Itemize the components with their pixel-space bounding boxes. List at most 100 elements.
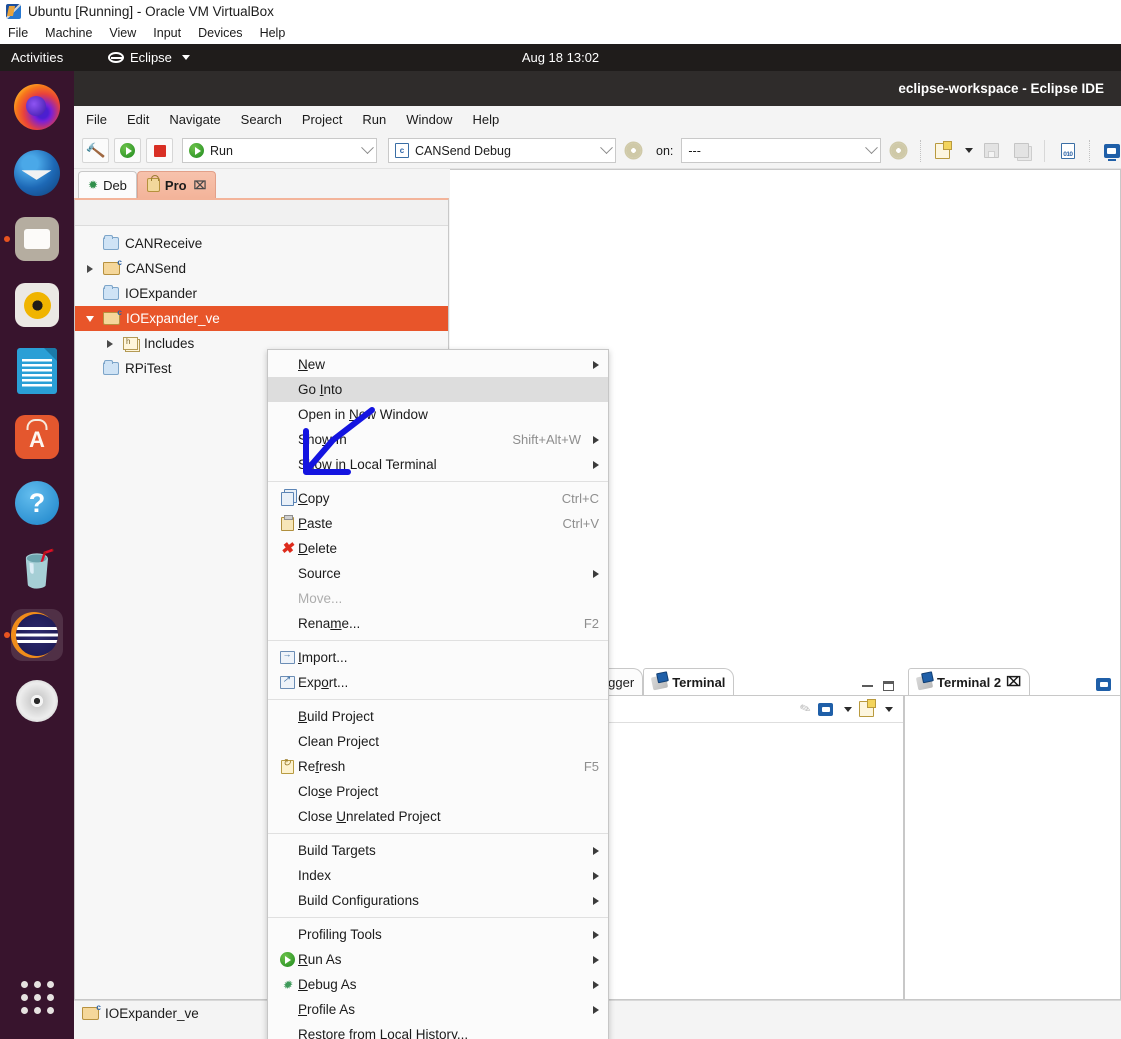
ctx-item-clean-project[interactable]: Clean Project xyxy=(268,729,608,754)
project-context-menu[interactable]: New Go Into Open in New Window Show In S… xyxy=(267,349,609,1039)
ctx-item-close-project[interactable]: Close Project xyxy=(268,779,608,804)
ctx-item-run-as[interactable]: Run As xyxy=(268,947,608,972)
dock-item-amazon[interactable]: 🥤 xyxy=(11,543,63,595)
new-dropdown-button[interactable] xyxy=(960,138,974,163)
vbox-menu-devices[interactable]: Devices xyxy=(198,26,242,40)
terminal-icon[interactable] xyxy=(1096,678,1111,691)
open-terminal-button[interactable] xyxy=(1099,138,1121,163)
close-icon[interactable]: ⌧ xyxy=(194,179,207,192)
project-explorer-filter-bar[interactable] xyxy=(75,200,448,226)
menu-navigate[interactable]: Navigate xyxy=(169,112,220,127)
dock-item-help[interactable] xyxy=(11,477,63,529)
ctx-item-export[interactable]: Export... xyxy=(268,670,608,695)
menu-search[interactable]: Search xyxy=(241,112,282,127)
close-icon[interactable]: ⌧ xyxy=(1006,674,1021,690)
ctx-item-show-in[interactable]: Show In Shift+Alt+W xyxy=(268,427,608,452)
grid-dot-icon xyxy=(46,993,54,1001)
dock-item-rhythmbox[interactable] xyxy=(11,279,63,331)
twisty-collapsed[interactable] xyxy=(103,339,117,348)
ctx-item-close-unrelated-project[interactable]: Close Unrelated Project xyxy=(268,804,608,829)
minimize-button[interactable] xyxy=(862,685,873,687)
launch-config-settings-button[interactable] xyxy=(621,138,646,163)
ctx-label: Export... xyxy=(298,675,349,690)
twisty-collapsed[interactable] xyxy=(83,264,97,273)
activities-button[interactable]: Activities xyxy=(0,50,63,65)
dock-item-ubuntu-software[interactable] xyxy=(11,411,63,463)
dock-item-eclipse[interactable] xyxy=(11,609,63,661)
dock-item-disc[interactable] xyxy=(11,675,63,727)
ctx-item-restore-from-local-history[interactable]: Restore from Local History... xyxy=(268,1022,608,1039)
chevron-down-icon[interactable] xyxy=(885,706,893,712)
vbox-menu-file[interactable]: File xyxy=(8,26,28,40)
app-menu-button[interactable]: Eclipse xyxy=(108,50,190,65)
build-all-button[interactable]: 010 xyxy=(1055,138,1080,163)
ctx-item-build-project[interactable]: Build Project xyxy=(268,704,608,729)
new-terminal-icon[interactable] xyxy=(859,699,876,717)
ctx-item-source-1[interactable]: Source xyxy=(268,561,608,586)
ctx-item-paste[interactable]: Paste Ctrl+V xyxy=(268,511,608,536)
menu-file[interactable]: File xyxy=(86,112,107,127)
dock-item-firefox[interactable] xyxy=(11,81,63,133)
ctx-item-build-targets[interactable]: Build Targets xyxy=(268,838,608,863)
save-button[interactable] xyxy=(979,138,1004,163)
build-button[interactable]: 🔨 xyxy=(82,138,109,163)
ctx-item-show-in-local-terminal[interactable]: Show in Local Terminal xyxy=(268,452,608,477)
bug-icon: ✹ xyxy=(88,178,99,192)
target-combo[interactable]: --- xyxy=(681,138,882,163)
tab-terminal[interactable]: Terminal xyxy=(643,668,735,695)
ctx-item-new[interactable]: New xyxy=(268,352,608,377)
refresh-icon xyxy=(276,758,298,774)
ctx-item-rename[interactable]: Rename... F2 xyxy=(268,611,608,636)
ctx-item-delete[interactable]: ✖ Delete xyxy=(268,536,608,561)
ctx-item-debug-as[interactable]: ✹ Debug As xyxy=(268,972,608,997)
menu-run[interactable]: Run xyxy=(362,112,386,127)
menu-project[interactable]: Project xyxy=(302,112,342,127)
ctx-item-go-into[interactable]: Go Into xyxy=(268,377,608,402)
menu-window[interactable]: Window xyxy=(406,112,452,127)
ctx-item-profile-as[interactable]: Profile As xyxy=(268,997,608,1022)
launch-mode-combo[interactable]: Run xyxy=(182,138,377,163)
launch-config-combo[interactable]: c CANSend Debug xyxy=(388,138,616,163)
twisty-expanded[interactable] xyxy=(83,315,97,322)
dock-item-files[interactable] xyxy=(11,213,63,265)
ctx-item-copy[interactable]: Copy Ctrl+C xyxy=(268,486,608,511)
maximize-button[interactable] xyxy=(883,681,894,691)
vbox-menu-machine[interactable]: Machine xyxy=(45,26,92,40)
copy-icon xyxy=(276,491,298,506)
chevron-down-icon[interactable] xyxy=(844,706,852,712)
target-settings-button[interactable] xyxy=(886,138,911,163)
eclipse-menubar[interactable]: File Edit Navigate Search Project Run Wi… xyxy=(74,106,1121,133)
ctx-item-open-in-new-window[interactable]: Open in New Window xyxy=(268,402,608,427)
tab-debug[interactable]: ✹ Deb xyxy=(78,171,137,198)
vbox-menu-input[interactable]: Input xyxy=(153,26,181,40)
tree-item-ioexpander-ve[interactable]: IOExpander_ve xyxy=(75,306,448,331)
run-button[interactable] xyxy=(114,138,141,163)
ctx-item-profiling-tools[interactable]: Profiling Tools xyxy=(268,922,608,947)
ctx-item-index[interactable]: Index xyxy=(268,863,608,888)
new-button[interactable] xyxy=(930,138,955,163)
tab-project-explorer[interactable]: Pro ⌧ xyxy=(136,171,217,198)
ctx-item-import[interactable]: Import... xyxy=(268,645,608,670)
tree-item-cansend[interactable]: CANSend xyxy=(75,256,448,281)
c-project-icon xyxy=(103,308,122,325)
tree-item-ioexpander[interactable]: IOExpander xyxy=(75,281,448,306)
menu-help[interactable]: Help xyxy=(472,112,499,127)
disconnect-icon[interactable]: ✎ xyxy=(798,700,814,719)
stop-button[interactable] xyxy=(146,138,173,163)
tree-item-canreceive[interactable]: CANReceive xyxy=(75,231,448,256)
vbox-menu-help[interactable]: Help xyxy=(260,26,286,40)
tree-item-label: CANReceive xyxy=(125,236,203,251)
terminal-icon[interactable] xyxy=(818,702,833,716)
dock-item-thunderbird[interactable] xyxy=(11,147,63,199)
ctx-item-refresh[interactable]: Refresh F5 xyxy=(268,754,608,779)
chevron-right-icon xyxy=(107,339,113,348)
show-applications-button[interactable] xyxy=(11,971,63,1023)
ctx-item-build-configurations[interactable]: Build Configurations xyxy=(268,888,608,913)
save-all-button[interactable] xyxy=(1009,138,1034,163)
dock-item-libreoffice-writer[interactable] xyxy=(11,345,63,397)
virtualbox-menubar[interactable]: File Machine View Input Devices Help xyxy=(0,22,1121,44)
menu-edit[interactable]: Edit xyxy=(127,112,149,127)
submenu-arrow-icon xyxy=(593,846,599,855)
vbox-menu-view[interactable]: View xyxy=(109,26,136,40)
tab-terminal-2[interactable]: Terminal 2 ⌧ xyxy=(908,668,1031,695)
